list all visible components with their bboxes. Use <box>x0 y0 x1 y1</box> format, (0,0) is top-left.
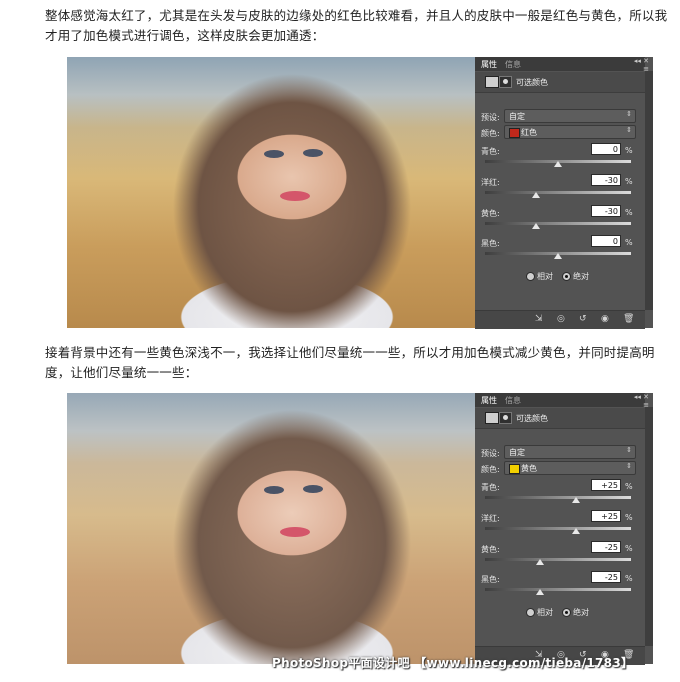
cyan-value-input[interactable]: +25 <box>591 479 621 491</box>
preset-label: 预设: <box>481 449 500 458</box>
magenta-slider-thumb[interactable] <box>572 528 581 534</box>
magenta-slider-track[interactable] <box>485 191 631 194</box>
black-slider-thumb[interactable] <box>554 253 562 259</box>
clip-to-layer-icon[interactable]: ⇲ <box>535 314 543 324</box>
percent-unit: % <box>625 238 633 247</box>
photoshop-screenshot-2: 属性 信息 ◂◂ ✕ ≡ 可选颜色 预设: 自定 ⇕ 颜色: 黄色 ⇕ 青色: … <box>67 393 653 665</box>
updown-caret-icon: ⇕ <box>626 462 632 470</box>
color-value: 黄色 <box>521 464 537 473</box>
updown-caret-icon: ⇕ <box>626 110 632 118</box>
percent-unit: % <box>625 208 633 217</box>
preset-value: 自定 <box>509 448 525 457</box>
relative-label: 相对 <box>537 272 553 281</box>
collapse-icon[interactable]: ◂◂ ✕ <box>634 57 649 65</box>
yellow-slider-thumb[interactable] <box>532 223 541 229</box>
cyan-slider-track[interactable] <box>485 496 631 499</box>
color-swatch <box>509 128 520 138</box>
mask-icon <box>499 76 512 88</box>
black-value-input[interactable]: 0 <box>591 235 621 247</box>
portrait-photo <box>67 393 475 664</box>
reset-icon[interactable]: ↺ <box>579 314 587 324</box>
yellow-label: 黄色: <box>481 545 500 554</box>
adjustment-title: 可选颜色 <box>516 414 548 423</box>
mask-icon <box>499 412 512 424</box>
view-previous-icon[interactable]: ◎ <box>557 314 565 324</box>
panel-scrollbar[interactable] <box>645 407 653 646</box>
panel-bottom-bar: ⇲ ◎ ↺ ◉ 🗑 <box>475 310 645 329</box>
black-label: 黑色: <box>481 575 500 584</box>
magenta-value-input[interactable]: +25 <box>591 510 621 522</box>
tab-info[interactable]: 信息 <box>505 59 521 70</box>
color-value: 红色 <box>521 128 537 137</box>
tab-properties[interactable]: 属性 <box>481 59 497 70</box>
percent-unit: % <box>625 544 633 553</box>
yellow-slider-track[interactable] <box>485 222 631 225</box>
collapse-icon[interactable]: ◂◂ ✕ <box>634 393 649 401</box>
cyan-slider-thumb[interactable] <box>554 161 562 167</box>
trash-icon[interactable]: 🗑 <box>623 314 634 324</box>
percent-unit: % <box>625 146 633 155</box>
preset-dropdown[interactable]: 自定 ⇕ <box>504 109 636 123</box>
adjustment-layer-icon <box>485 76 499 88</box>
relative-label: 相对 <box>537 608 553 617</box>
yellow-value-input[interactable]: -25 <box>591 541 621 553</box>
percent-unit: % <box>625 482 633 491</box>
yellow-label: 黄色: <box>481 209 500 218</box>
instruction-paragraph-1: 整体感觉海太红了，尤其是在头发与皮肤的边缘处的红色比较难看，并且人的皮肤中一般是… <box>45 8 668 43</box>
visibility-icon[interactable]: ◉ <box>601 314 609 324</box>
absolute-label: 绝对 <box>573 608 589 617</box>
photoshop-screenshot-1: 属性 信息 ◂◂ ✕ ≡ 可选颜色 预设: 自定 ⇕ 颜色: 红色 ⇕ 青色: … <box>67 57 653 329</box>
tab-info[interactable]: 信息 <box>505 395 521 406</box>
watermark-text: PhotoShop平面设计吧 【www.linecg.com/tieba/178… <box>272 656 634 670</box>
color-swatch <box>509 464 520 474</box>
yellow-value-input[interactable]: -30 <box>591 205 621 217</box>
yellow-slider-thumb[interactable] <box>535 559 544 565</box>
percent-unit: % <box>625 513 633 522</box>
properties-panel: 属性 信息 ◂◂ ✕ ≡ 可选颜色 预设: 自定 ⇕ 颜色: 红色 ⇕ 青色: … <box>475 57 653 329</box>
preset-dropdown[interactable]: 自定 ⇕ <box>504 445 636 459</box>
magenta-value-input[interactable]: -30 <box>591 174 621 186</box>
magenta-label: 洋红: <box>481 178 500 187</box>
cyan-slider-thumb[interactable] <box>572 497 581 503</box>
portrait-photo <box>67 57 475 328</box>
cyan-label: 青色: <box>481 147 500 156</box>
color-dropdown[interactable]: 红色 ⇕ <box>504 125 636 139</box>
panel-tabs: 属性 信息 <box>475 57 645 71</box>
absolute-radio[interactable] <box>562 608 571 617</box>
adjustment-title: 可选颜色 <box>516 78 548 87</box>
color-label: 颜色: <box>481 465 500 474</box>
adjustment-layer-icon <box>485 412 499 424</box>
black-slider-track[interactable] <box>485 588 631 591</box>
instruction-paragraph-2: 接着背景中还有一些黄色深浅不一，我选择让他们尽量统一一些，所以才用加色模式减少黄… <box>45 345 655 380</box>
black-label: 黑色: <box>481 239 500 248</box>
tab-properties[interactable]: 属性 <box>481 395 497 406</box>
updown-caret-icon: ⇕ <box>626 126 632 134</box>
panel-tabs: 属性 信息 <box>475 393 645 407</box>
preset-label: 预设: <box>481 113 500 122</box>
absolute-label: 绝对 <box>573 272 589 281</box>
black-slider-thumb[interactable] <box>535 589 544 595</box>
cyan-value-input[interactable]: 0 <box>591 143 621 155</box>
preset-value: 自定 <box>509 112 525 121</box>
relative-radio[interactable] <box>526 608 535 617</box>
panel-scrollbar[interactable] <box>645 71 653 310</box>
cyan-label: 青色: <box>481 483 500 492</box>
magenta-label: 洋红: <box>481 514 500 523</box>
adjustment-header: 可选颜色 <box>475 408 645 429</box>
magenta-slider-track[interactable] <box>485 527 631 530</box>
percent-unit: % <box>625 574 633 583</box>
properties-panel: 属性 信息 ◂◂ ✕ ≡ 可选颜色 预设: 自定 ⇕ 颜色: 黄色 ⇕ 青色: … <box>475 393 653 665</box>
adjustment-header: 可选颜色 <box>475 72 645 93</box>
magenta-slider-thumb[interactable] <box>532 192 541 198</box>
updown-caret-icon: ⇕ <box>626 446 632 454</box>
absolute-radio[interactable] <box>562 272 571 281</box>
relative-radio[interactable] <box>526 272 535 281</box>
color-label: 颜色: <box>481 129 500 138</box>
black-value-input[interactable]: -25 <box>591 571 621 583</box>
yellow-slider-track[interactable] <box>485 558 631 561</box>
percent-unit: % <box>625 177 633 186</box>
color-dropdown[interactable]: 黄色 ⇕ <box>504 461 636 475</box>
